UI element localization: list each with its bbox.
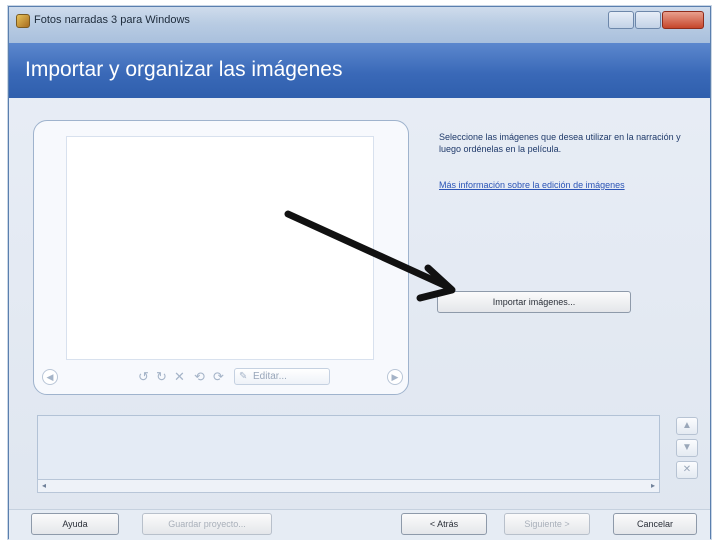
annotation-arrow xyxy=(284,210,456,302)
arrow-shaft xyxy=(284,210,450,290)
